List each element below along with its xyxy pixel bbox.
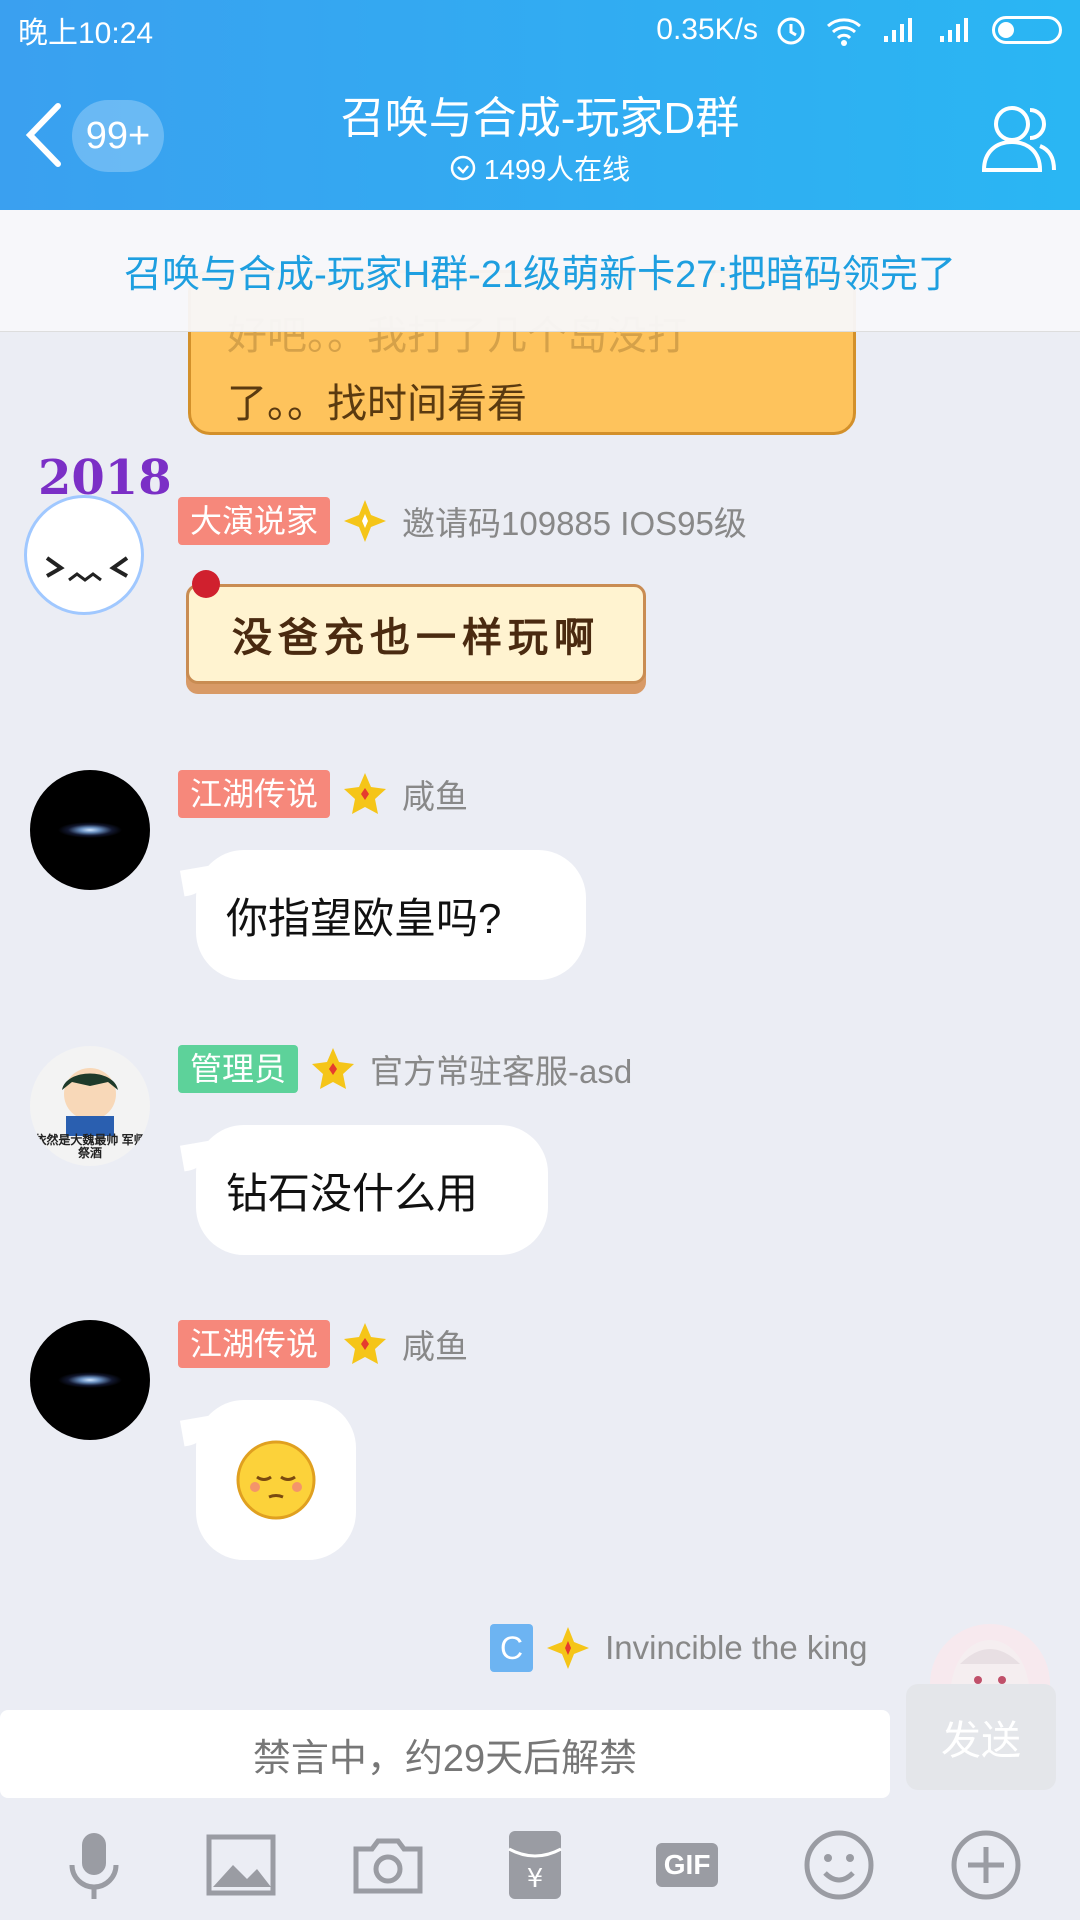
group-members-icon[interactable] [978,100,1058,174]
message-bubble[interactable]: 钻石没什么用 [196,1125,548,1255]
signal-icon-2 [940,18,968,42]
signal-icon [884,18,912,42]
battery-icon [992,16,1062,44]
announcement-text: 召唤与合成-玩家H群-21级萌新卡27:把暗码领完了 [124,254,956,296]
nickname[interactable]: 邀请码109885 IOS95级 [402,497,747,545]
status-bar: 晚上10:24 0.35K/s [0,0,1080,60]
gif-icon[interactable]: GIF [642,1825,732,1905]
announcement-banner[interactable]: 召唤与合成-玩家H群-21级萌新卡27:把暗码领完了 [0,210,1080,332]
chat-title: 召唤与合成-玩家D群 [340,94,740,143]
gif-label: GIF [655,1843,719,1887]
title-tag: 管理员 [178,1045,299,1093]
unread-badge[interactable]: 99+ [72,100,164,172]
camera-icon[interactable] [348,1825,428,1905]
message-bubble-cake: 没爸充也一样玩啊 [186,570,646,700]
microphone-icon[interactable] [54,1825,134,1905]
star-icon [344,773,387,814]
header: 晚上10:24 0.35K/s 99+ 召唤与合成-玩家D群 1499人在线 [0,0,1080,210]
title-tag: 江湖传说 [178,770,331,818]
status-icons: 0.35K/s [656,13,1062,47]
online-text: 1499人在线 [483,154,631,185]
plus-icon[interactable] [946,1825,1026,1905]
message-text-line2: 了。。找时间看看 [227,382,527,426]
input-row: 禁言中，约29天后解禁 发送 [0,1684,1080,1810]
message-text: 你指望欧皇吗? [226,894,502,942]
avatar[interactable] [30,1320,150,1440]
back-arrow-icon[interactable] [18,100,68,170]
diamond-star-icon [344,500,387,542]
own-message-meta: C Invincible the king [490,1624,867,1672]
wifi-icon [827,18,861,46]
image-icon[interactable] [201,1825,281,1905]
nickname[interactable]: 官方常驻客服-asd [370,1045,632,1093]
online-count: 1499人在线 [240,148,840,188]
cherry-icon [192,570,220,598]
title-tag: C [490,1624,534,1672]
message-meta: 大演说家 邀请码109885 IOS95级 [178,497,747,545]
chat-area[interactable]: 好吧。。我打了几个岛没打 了。。找时间看看 2018 大演说家 邀请码10988… [0,210,1080,1710]
avatar[interactable] [30,770,150,890]
net-speed: 0.35K/s [656,13,758,46]
muted-text: 禁言中，约29天后解禁 [252,1737,638,1780]
message-meta: 江湖传说 咸鱼 [178,1320,468,1368]
star-icon [344,1323,387,1364]
nickname[interactable]: Invincible the king [605,1629,867,1667]
message-bubble[interactable]: 你指望欧皇吗? [196,850,586,980]
check-circle-icon [450,155,476,181]
muted-input-field: 禁言中，约29天后解禁 [0,1710,890,1798]
emoji-icon[interactable] [799,1825,879,1905]
title-tag: 江湖传说 [178,1320,331,1368]
nav-bar: 99+ 召唤与合成-玩家D群 1499人在线 [0,60,1080,210]
message-meta: 江湖传说 咸鱼 [178,770,468,818]
message-bubble[interactable] [196,1400,356,1560]
star-icon [312,1048,355,1089]
avatar[interactable]: 依然是大魏最帅 军师祭酒 [30,1046,150,1166]
diamond-star-icon [547,1627,590,1669]
pensive-emoji-icon [236,1440,316,1520]
title-tag: 大演说家 [178,497,331,545]
status-time: 晚上10:24 [18,17,154,50]
nickname[interactable]: 咸鱼 [402,1320,468,1368]
svg-text:¥: ¥ [527,1864,544,1894]
input-toolbar: ¥ GIF [0,1810,1080,1920]
avatar-year-label: 2018 [38,450,172,506]
avatar-caption: 依然是大魏最帅 军师祭酒 [34,1133,146,1160]
message-text: 钻石没什么用 [226,1169,479,1217]
alarm-icon [777,17,805,45]
message-meta: 管理员 官方常驻客服-asd [178,1045,632,1093]
send-button[interactable]: 发送 [906,1684,1056,1790]
avatar[interactable] [24,495,144,615]
emoji-face-icon [45,556,129,582]
message-text: 没爸充也一样玩啊 [186,584,646,684]
red-packet-icon[interactable]: ¥ [495,1825,575,1905]
nickname[interactable]: 咸鱼 [402,770,468,818]
